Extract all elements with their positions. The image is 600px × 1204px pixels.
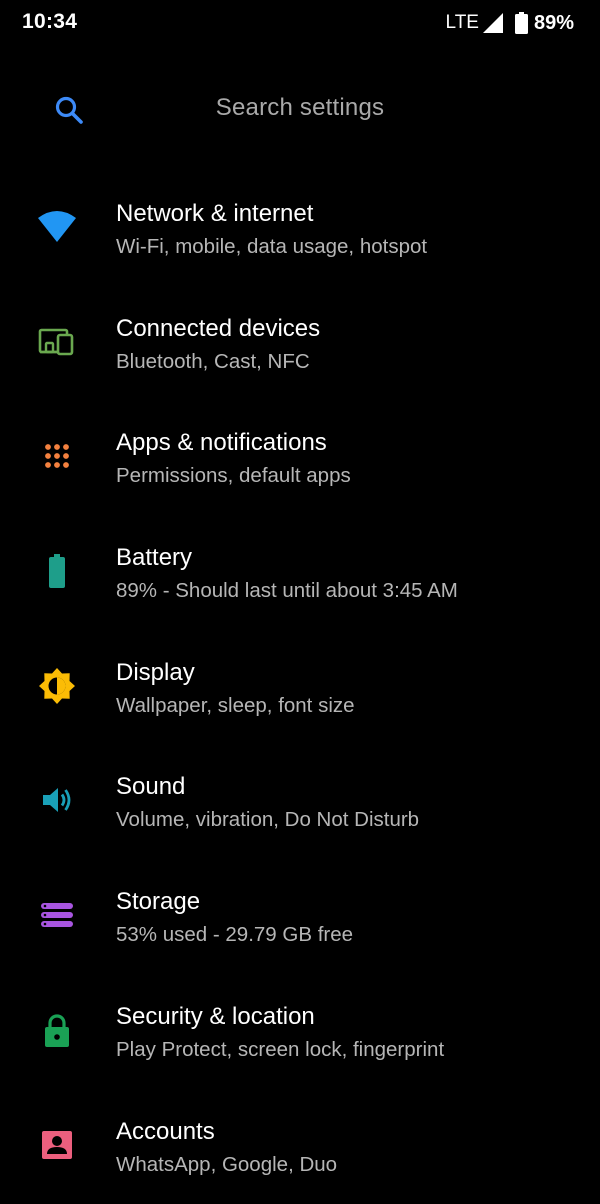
item-title: Accounts (116, 1118, 215, 1146)
item-title: Apps & notifications (116, 429, 327, 457)
settings-item-sound[interactable]: Sound Volume, vibration, Do Not Disturb (0, 745, 600, 860)
item-subtitle: Play Protect, screen lock, fingerprint (116, 1038, 444, 1062)
settings-item-security[interactable]: Security & location Play Protect, screen… (0, 975, 600, 1090)
item-title: Connected devices (116, 315, 320, 343)
item-subtitle: 89% - Should last until about 3:45 AM (116, 579, 458, 603)
search-input[interactable]: Search settings (0, 94, 600, 122)
settings-item-network[interactable]: Network & internet Wi-Fi, mobile, data u… (0, 172, 600, 287)
item-title: Display (116, 659, 195, 687)
settings-item-accounts[interactable]: Accounts WhatsApp, Google, Duo (0, 1090, 600, 1204)
battery-icon (36, 550, 78, 592)
item-title: Security & location (116, 1003, 315, 1031)
apps-grid-icon (36, 435, 78, 477)
item-subtitle: WhatsApp, Google, Duo (116, 1153, 337, 1177)
wifi-icon (36, 206, 78, 248)
item-title: Network & internet (116, 200, 313, 228)
item-subtitle: Permissions, default apps (116, 464, 351, 488)
lock-icon (36, 1009, 78, 1051)
item-subtitle: Bluetooth, Cast, NFC (116, 350, 310, 374)
item-title: Sound (116, 773, 185, 801)
settings-item-battery[interactable]: Battery 89% - Should last until about 3:… (0, 516, 600, 631)
signal-icon (481, 11, 505, 35)
settings-item-apps[interactable]: Apps & notifications Permissions, defaul… (0, 401, 600, 516)
settings-item-connected-devices[interactable]: Connected devices Bluetooth, Cast, NFC (0, 287, 600, 402)
devices-icon (36, 321, 78, 363)
account-icon (36, 1124, 78, 1166)
brightness-icon (36, 665, 78, 707)
storage-icon (36, 894, 78, 936)
item-subtitle: Volume, vibration, Do Not Disturb (116, 808, 419, 832)
settings-item-display[interactable]: Display Wallpaper, sleep, font size (0, 631, 600, 746)
status-indicators: LTE 89% (446, 10, 574, 36)
item-title: Battery (116, 544, 192, 572)
settings-item-storage[interactable]: Storage 53% used - 29.79 GB free (0, 860, 600, 975)
battery-percentage: 89% (534, 12, 574, 35)
battery-status-icon (515, 12, 528, 34)
item-subtitle: 53% used - 29.79 GB free (116, 923, 353, 947)
item-subtitle: Wallpaper, sleep, font size (116, 694, 355, 718)
item-title: Storage (116, 888, 200, 916)
status-time: 10:34 (22, 10, 77, 34)
network-type: LTE (446, 12, 479, 34)
item-subtitle: Wi-Fi, mobile, data usage, hotspot (116, 235, 427, 259)
volume-icon (36, 779, 78, 821)
status-bar: 10:34 LTE 89% (0, 0, 600, 46)
settings-list: Network & internet Wi-Fi, mobile, data u… (0, 172, 600, 1204)
search-bar[interactable]: Search settings (0, 80, 600, 140)
